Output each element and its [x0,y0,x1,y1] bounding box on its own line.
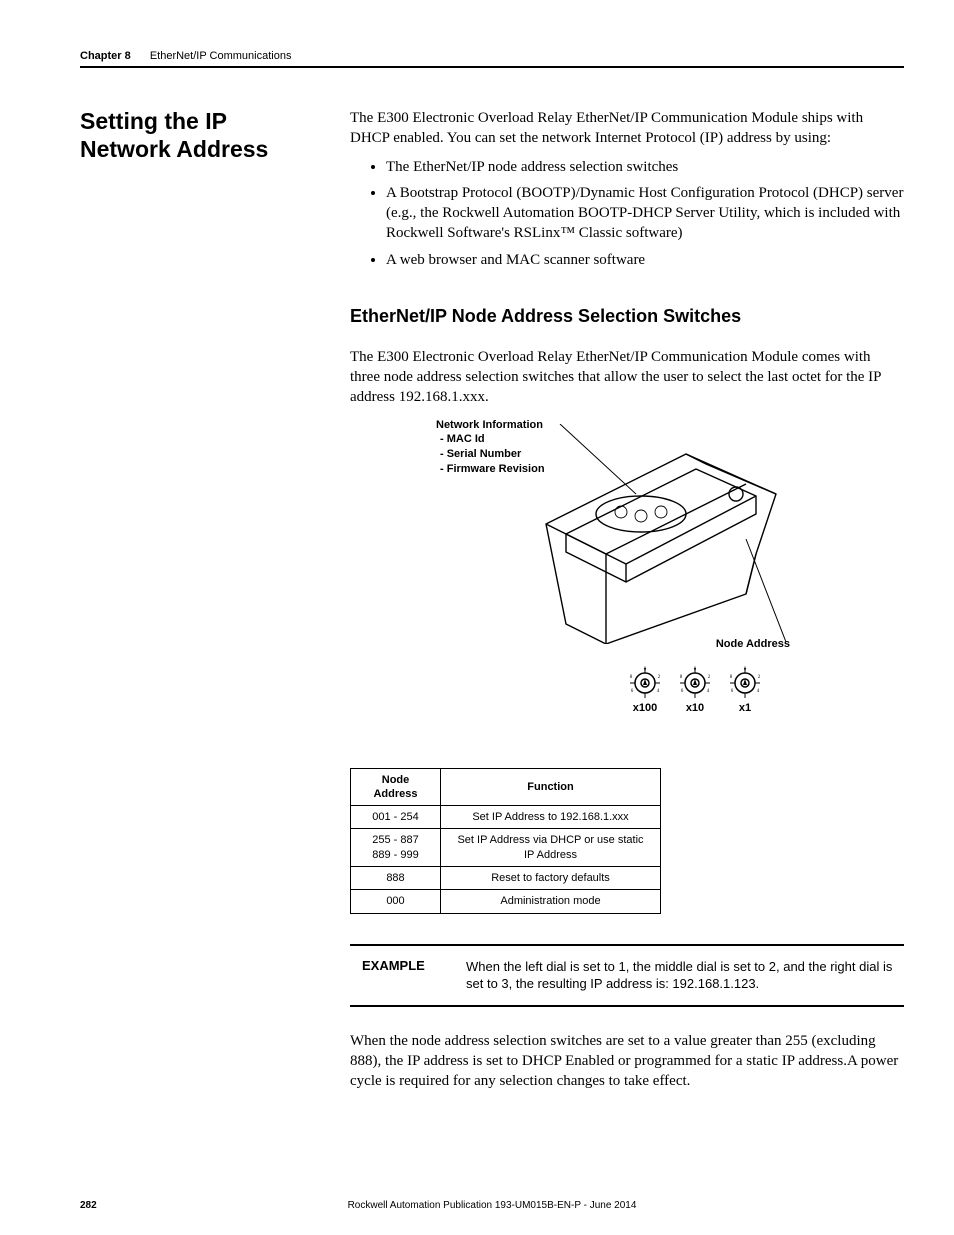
list-item: A web browser and MAC scanner software [386,250,904,270]
section-heading: Setting the IP Network Address [80,108,320,163]
table-header-node: Node Address [351,768,441,806]
chapter-number: Chapter 8 [80,50,131,62]
table-cell: Set IP Address via DHCP or use static IP… [441,829,661,867]
svg-text:2: 2 [708,675,711,680]
table-header-func: Function [441,768,661,806]
page-footer: 282 Rockwell Automation Publication 193-… [80,1200,904,1211]
svg-text:0: 0 [744,667,747,672]
chapter-title: EtherNet/IP Communications [150,50,292,62]
dial-x1: 0 2 4 6 8 x1 [728,666,762,714]
page-header: Chapter 8 EtherNet/IP Communications [80,50,904,68]
svg-text:6: 6 [681,689,684,694]
method-list: The EtherNet/IP node address selection s… [350,157,904,270]
sub-heading: EtherNet/IP Node Address Selection Switc… [350,306,904,327]
list-item: The EtherNet/IP node address selection s… [386,157,904,177]
closing-paragraph: When the node address selection switches… [350,1031,904,1092]
svg-text:8: 8 [730,675,733,680]
table-cell: 888 [351,866,441,889]
module-diagram: Network Information - MAC Id - Serial Nu… [350,418,904,758]
sub-paragraph: The E300 Electronic Overload Relay Ether… [350,347,904,408]
svg-text:0: 0 [644,667,647,672]
node-address-callout: Node Address [716,638,790,650]
svg-text:4: 4 [757,689,760,694]
table-cell: Set IP Address to 192.168.1.xxx [441,806,661,829]
table-row: 255 - 887 889 - 999 Set IP Address via D… [351,829,661,867]
list-item: A Bootstrap Protocol (BOOTP)/Dynamic Hos… [386,183,904,244]
svg-text:6: 6 [731,689,734,694]
svg-text:6: 6 [631,689,634,694]
table-cell: Reset to factory defaults [441,866,661,889]
dial-x10: 0 2 4 6 8 x10 [678,666,712,714]
table-row: 000 Administration mode [351,890,661,913]
dial-label: x100 [628,702,662,714]
publication-info: Rockwell Automation Publication 193-UM01… [80,1200,904,1211]
intro-paragraph: The E300 Electronic Overload Relay Ether… [350,108,904,149]
svg-text:8: 8 [630,675,633,680]
node-address-table: Node Address Function 001 - 254 Set IP A… [350,768,661,914]
device-illustration-icon [486,424,786,644]
table-row: 888 Reset to factory defaults [351,866,661,889]
dial-label: x10 [678,702,712,714]
svg-text:2: 2 [758,675,761,680]
svg-text:4: 4 [707,689,710,694]
svg-text:2: 2 [658,675,661,680]
table-cell: Administration mode [441,890,661,913]
table-cell: 255 - 887 889 - 999 [351,829,441,867]
dial-x100: 0 2 4 6 8 x100 [628,666,662,714]
table-cell: 000 [351,890,441,913]
table-cell: 001 - 254 [351,806,441,829]
svg-text:8: 8 [680,675,683,680]
table-row: 001 - 254 Set IP Address to 192.168.1.xx… [351,806,661,829]
example-text: When the left dial is set to 1, the midd… [466,958,900,993]
rotary-dial-icon: 0 2 4 6 8 [678,666,712,700]
dial-row: 0 2 4 6 8 x100 [628,666,762,714]
svg-text:4: 4 [657,689,660,694]
example-label: EXAMPLE [354,958,446,993]
example-callout: EXAMPLE When the left dial is set to 1, … [350,944,904,1007]
dial-label: x1 [728,702,762,714]
rotary-dial-icon: 0 2 4 6 8 [628,666,662,700]
svg-text:0: 0 [694,667,697,672]
rotary-dial-icon: 0 2 4 6 8 [728,666,762,700]
